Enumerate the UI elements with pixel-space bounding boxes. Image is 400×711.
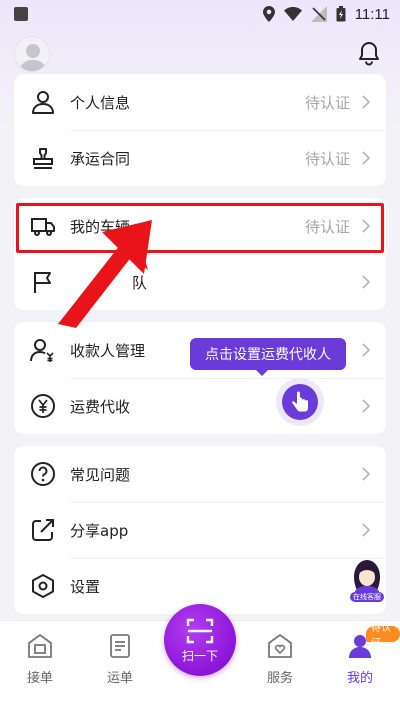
chevron-right-icon <box>362 467 371 481</box>
scan-icon <box>186 618 214 643</box>
settings-icon <box>32 574 54 598</box>
row-label: 个人信息 <box>70 93 131 112</box>
row-label: 常见问题 <box>70 465 131 484</box>
chevron-right-icon <box>362 275 371 289</box>
carriage-contract-row[interactable]: 承运合同 待认证 <box>14 130 386 186</box>
waybill-icon <box>110 634 130 658</box>
chevron-right-icon <box>362 151 371 165</box>
location-icon <box>262 6 275 22</box>
tap-guide-inner <box>282 384 318 420</box>
chevron-right-icon <box>362 219 371 233</box>
row-label: 设置 <box>70 577 101 596</box>
tooltip: 点击设置运费代收人 <box>190 338 346 370</box>
misc-card: 常见问题 分享app 设置 <box>14 446 386 614</box>
avatar-placeholder-icon <box>15 37 49 71</box>
tap-guide-button[interactable] <box>276 378 324 426</box>
faq-row[interactable]: 常见问题 <box>14 446 386 502</box>
status-bar: 11:11 <box>0 0 400 28</box>
nav-label: 我的 <box>346 671 373 686</box>
scan-label: 扫一下 <box>181 648 218 663</box>
pointer-arrow-icon <box>58 220 152 328</box>
row-status: 待认证 <box>304 217 350 236</box>
row-label: 分享app <box>70 521 129 540</box>
account-card: 个人信息 待认证 承运合同 待认证 <box>14 74 386 186</box>
service-icon <box>268 634 292 658</box>
profile-header <box>0 30 400 74</box>
person-icon <box>32 91 54 114</box>
nav-item-orders[interactable]: 接单 <box>8 629 72 705</box>
row-label: 收款人管理 <box>70 341 146 360</box>
row-label: 承运合同 <box>70 149 131 168</box>
nav-item-waybills[interactable]: 运单 <box>88 629 152 705</box>
nav-item-service[interactable]: 服务 <box>248 629 312 705</box>
row-status: 待认证 <box>304 93 350 112</box>
nav-label: 运单 <box>106 671 133 686</box>
battery-icon <box>336 6 346 22</box>
row-status: 待认证 <box>304 149 350 168</box>
question-icon <box>31 462 55 486</box>
signal-icon <box>310 6 327 22</box>
freight-collection-row[interactable]: 运费代收 <box>14 378 386 434</box>
chevron-right-icon <box>362 95 371 109</box>
chevron-right-icon <box>362 343 371 357</box>
personal-info-row[interactable]: 个人信息 待认证 <box>14 74 386 130</box>
notification-icon <box>14 7 28 21</box>
yen-circle-icon <box>31 394 55 418</box>
tooltip-tail <box>255 369 269 376</box>
chevron-right-icon <box>362 399 371 413</box>
row-label: 运费代收 <box>70 397 131 416</box>
stamp-icon <box>33 148 53 169</box>
share-icon <box>32 519 54 541</box>
chevron-right-icon <box>362 523 371 537</box>
nav-label: 接单 <box>26 671 53 686</box>
avatar[interactable] <box>14 36 50 72</box>
order-receive-icon <box>28 634 52 658</box>
hand-pointer-icon <box>292 391 308 412</box>
status-badge: 待认证 <box>366 623 400 649</box>
nav-label: 服务 <box>266 671 293 686</box>
agent-label: 在线客服 <box>353 593 381 601</box>
wifi-icon <box>283 7 302 21</box>
clock: 11:11 <box>354 5 390 23</box>
scan-button[interactable]: 扫一下 <box>164 604 236 676</box>
bell-icon[interactable] <box>356 40 382 66</box>
online-service-button[interactable]: 在线客服 <box>346 555 388 603</box>
share-app-row[interactable]: 分享app <box>14 502 386 558</box>
payee-icon <box>30 339 54 362</box>
